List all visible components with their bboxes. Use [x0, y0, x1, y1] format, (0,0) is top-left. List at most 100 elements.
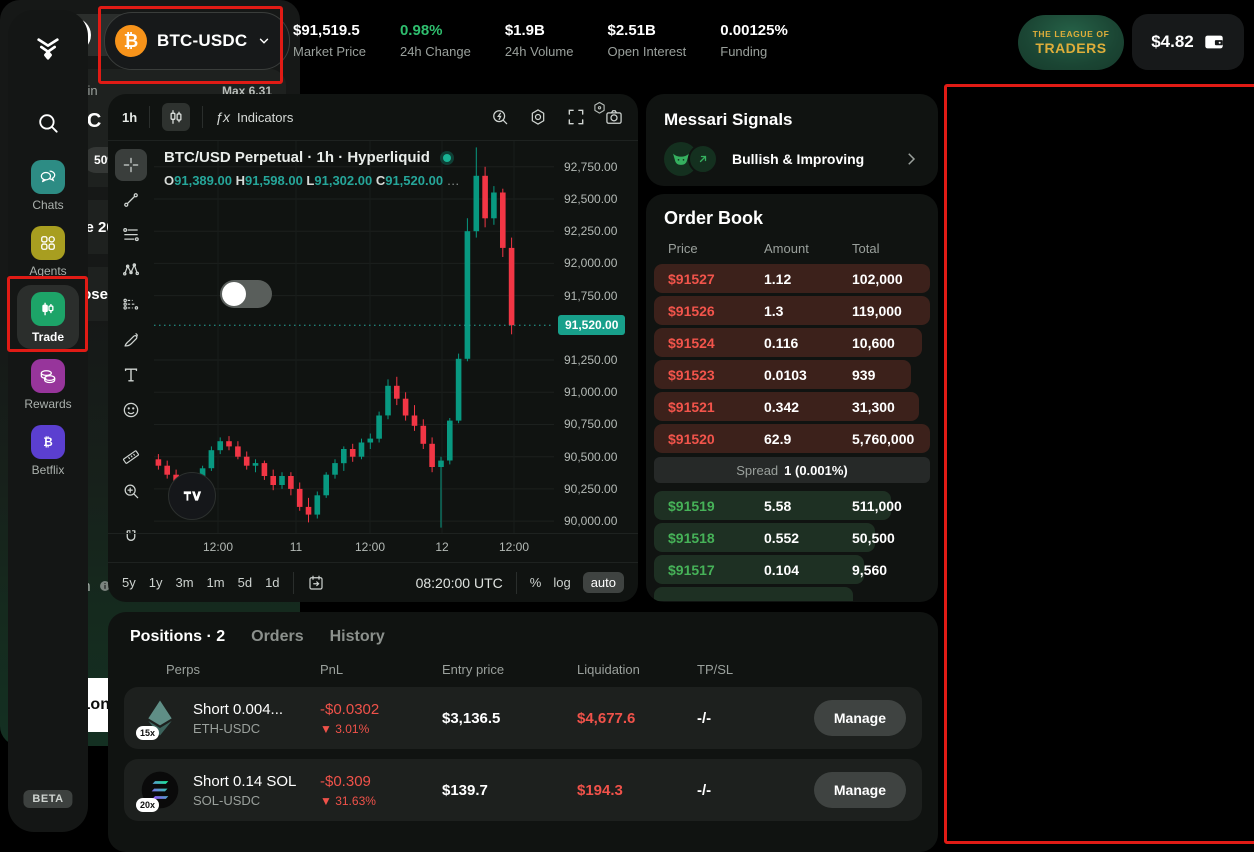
settings-icon: [528, 107, 548, 127]
interval-button[interactable]: 1h: [122, 110, 137, 125]
fib-lines-tool[interactable]: [115, 219, 147, 251]
indicators-button[interactable]: ƒx Indicators: [215, 109, 293, 125]
entry-price-cell: $3,136.5: [442, 710, 577, 727]
time-axis-label: 12: [435, 540, 448, 554]
range-button-5y[interactable]: 5y: [122, 575, 136, 590]
quick-search-button[interactable]: [490, 107, 510, 127]
text-tool[interactable]: [115, 359, 147, 391]
forecast-tool[interactable]: [115, 289, 147, 321]
tradingview-logo[interactable]: [168, 472, 216, 520]
time-axis[interactable]: 12:001112:001212:00: [108, 533, 638, 562]
messari-signals-panel: Messari Signals Bullish & Improving: [646, 94, 938, 186]
scale-mode-percent[interactable]: %: [530, 575, 542, 590]
range-button-1d[interactable]: 1d: [265, 575, 279, 590]
sidebar-item-betflix[interactable]: ₿Betflix: [8, 425, 88, 477]
positions-table-header: PerpsPnLEntry priceLiquidationTP/SL: [124, 662, 922, 677]
clock[interactable]: 08:20:00 UTC: [416, 575, 503, 591]
stat-label: 24h Change: [400, 44, 471, 59]
league-badge-bottom: TRADERS: [1035, 40, 1106, 56]
candle-style-button[interactable]: [162, 103, 190, 131]
stat-label: 24h Volume: [505, 44, 574, 59]
bitcoin-icon: ₿: [115, 25, 147, 57]
sidebar-item-label: Betflix: [8, 463, 88, 477]
settings-button[interactable]: [528, 107, 548, 127]
crosshair-tool[interactable]: [115, 149, 147, 181]
zoom-in-tool[interactable]: [115, 475, 147, 507]
trendline-tool[interactable]: [115, 184, 147, 216]
fullscreen-button[interactable]: [566, 107, 586, 127]
emoji-tool[interactable]: [115, 394, 147, 426]
sidebar-item-rewards[interactable]: Rewards: [8, 359, 88, 411]
market-stat: $1.9B24h Volume: [505, 22, 574, 59]
app-logo-icon: [8, 32, 88, 71]
signal-label: Bullish & Improving: [732, 151, 864, 167]
order-book-bid-row[interactable]: $915180.55250,500: [654, 523, 930, 552]
chart-plot[interactable]: BTC/USD Perpetual · 1h · Hyperliquid O91…: [154, 141, 554, 534]
order-book-ask-row[interactable]: $915210.34231,300: [654, 392, 930, 421]
chart-bottom-toolbar: 5y 1y 3m 1m 5d 1d 08:20:00 UTC % logauto: [108, 562, 638, 602]
sidebar: ChatsAgentsTradeRewards₿Betflix BETA: [8, 10, 88, 832]
order-book-column-total: Total: [852, 241, 916, 256]
wallet-button[interactable]: $4.82: [1132, 14, 1244, 70]
price-axis-label: 92,750.00: [564, 160, 617, 174]
eth-icon: 15x: [140, 698, 180, 738]
brush-tool[interactable]: [115, 324, 147, 356]
sidebar-item-chats[interactable]: Chats: [8, 160, 88, 212]
order-book-bid-row[interactable]: $915170.1049,560: [654, 555, 930, 584]
price-cell: $91517: [668, 562, 764, 578]
chats-icon: [38, 167, 58, 187]
range-button-5d[interactable]: 5d: [238, 575, 252, 590]
order-book-cells: $915195.58511,000: [654, 491, 930, 520]
scale-mode-log[interactable]: log: [553, 575, 570, 590]
order-book-header: PriceAmountTotal: [646, 229, 938, 262]
positions-tab-history[interactable]: History: [330, 628, 385, 646]
search-icon[interactable]: [8, 110, 88, 141]
sidebar-item-trade[interactable]: Trade: [8, 292, 88, 344]
positions-tab-orders[interactable]: Orders: [251, 628, 303, 646]
range-button-1m[interactable]: 1m: [207, 575, 225, 590]
positions-tab-positions[interactable]: Positions · 2: [130, 628, 225, 646]
messari-signal-row[interactable]: Bullish & Improving: [664, 142, 920, 176]
sidebar-item-label: Rewards: [8, 397, 88, 411]
order-book-ask-row[interactable]: $915271.12102,000: [654, 264, 930, 293]
pnl-value: -$0.0302: [320, 701, 442, 718]
auto-close-toggle[interactable]: [220, 280, 272, 308]
pnl-percent: ▼ 3.01%: [320, 722, 442, 736]
positions-column-liquidation: Liquidation: [577, 662, 697, 677]
manage-button[interactable]: Manage: [814, 772, 906, 808]
order-book-ask-row[interactable]: $915230.0103939: [654, 360, 930, 389]
ruler-tool[interactable]: [115, 440, 147, 472]
range-button-1y[interactable]: 1y: [149, 575, 163, 590]
market-stats: $91,519.5Market Price0.98%24h Change$1.9…: [293, 22, 788, 59]
order-book-ask-row[interactable]: $9152062.95,760,000: [654, 424, 930, 453]
league-of-traders-badge[interactable]: THE LEAGUE OF TRADERS: [1018, 15, 1124, 70]
total-cell: 50,500: [852, 530, 916, 546]
price-axis[interactable]: 91,520.00 90,000.0090,250.0090,500.0090,…: [554, 141, 638, 534]
amount-cell: 0.0103: [764, 367, 852, 383]
go-to-date-icon[interactable]: [307, 574, 325, 592]
order-book-ask-row[interactable]: $915261.3119,000: [654, 296, 930, 325]
axis-settings-icon[interactable]: [591, 100, 608, 122]
sidebar-item-agents[interactable]: Agents: [8, 226, 88, 278]
pair-selector[interactable]: ₿ BTC-USDC: [104, 12, 290, 70]
price-axis-label: 91,250.00: [564, 353, 617, 367]
chevron-down-icon: [257, 34, 271, 48]
price-axis-label: 92,250.00: [564, 224, 617, 238]
pnl-percent: ▼ 31.63%: [320, 794, 442, 808]
range-button-3m[interactable]: 3m: [175, 575, 193, 590]
order-book-cells: $915230.0103939: [654, 360, 930, 389]
bids-list: $915195.58511,000 $915180.55250,500 $91517…: [646, 489, 938, 584]
manage-button[interactable]: Manage: [814, 700, 906, 736]
xabcd-pattern-tool[interactable]: [115, 254, 147, 286]
chart-toolbar: 1h ƒx Indicators: [108, 94, 638, 141]
chevron-right-icon: [902, 150, 920, 168]
order-book-ask-row[interactable]: $915240.11610,600: [654, 328, 930, 357]
scale-mode-auto[interactable]: auto: [583, 572, 624, 593]
order-book-column-amount: Amount: [764, 241, 852, 256]
order-book-cells: $915261.3119,000: [654, 296, 930, 325]
price-axis-label: 91,000.00: [564, 385, 617, 399]
order-book-cells: $915210.34231,300: [654, 392, 930, 421]
positions-panel: Positions · 2 Orders History PerpsPnLEntry…: [108, 612, 938, 852]
order-book-bid-row[interactable]: $915195.58511,000: [654, 491, 930, 520]
annotation-box-trade-panel: [944, 84, 1254, 844]
